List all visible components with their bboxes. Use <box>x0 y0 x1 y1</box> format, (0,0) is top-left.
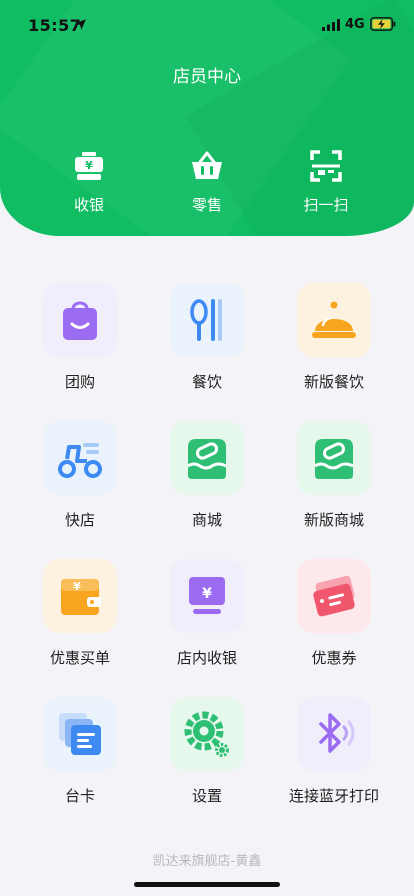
grid-item-label: 新版商城 <box>303 511 364 529</box>
quick-action-cashier[interactable]: ¥ 收银 <box>44 148 134 215</box>
scooter-icon <box>58 443 102 478</box>
network-type: 4G <box>345 17 365 32</box>
location-arrow-icon <box>75 19 86 30</box>
grid-item-label: 设置 <box>191 787 222 805</box>
battery-charging-icon <box>370 17 396 31</box>
grid-item-table-card[interactable]: 台卡 <box>25 697 135 806</box>
grid-item-bluetooth-print[interactable]: 连接蓝牙打印 <box>279 697 389 806</box>
cash-register-icon: ¥ <box>75 152 103 180</box>
scan-icon <box>310 150 342 182</box>
cloche-icon <box>312 301 356 338</box>
pos-terminal-icon: ¥ <box>189 577 225 614</box>
grid-item-coupon[interactable]: 优惠券 <box>279 559 389 668</box>
cards-icon <box>59 713 101 755</box>
grid-item-label: 团购 <box>64 373 95 391</box>
icon-tile <box>170 283 244 357</box>
grid-item-discount-pay[interactable]: ¥ 优惠买单 <box>25 559 135 668</box>
gear-icon <box>184 711 229 757</box>
grid-item-settings[interactable]: 设置 <box>152 697 262 806</box>
svg-text:¥: ¥ <box>85 159 93 172</box>
svg-text:¥: ¥ <box>73 580 81 593</box>
icon-tile: ¥ <box>170 559 244 633</box>
icon-tile <box>297 283 371 357</box>
status-bar: 15:57 4G <box>0 0 414 48</box>
spoon-fork-icon <box>190 299 222 341</box>
store-icon <box>187 439 227 479</box>
grid-item-mall[interactable]: 商城 <box>152 421 262 530</box>
grid-item-catering[interactable]: 餐饮 <box>152 283 262 392</box>
icon-tile <box>297 559 371 633</box>
store-icon <box>314 439 354 479</box>
grid-item-label: 餐饮 <box>191 373 222 391</box>
home-indicator[interactable] <box>134 882 280 887</box>
shopping-bag-icon <box>63 301 97 340</box>
basket-icon <box>192 151 222 179</box>
grid-item-group-buy[interactable]: 团购 <box>25 283 135 392</box>
quick-action-label: 收银 <box>73 196 104 214</box>
icon-tile <box>297 421 371 495</box>
signal-icon <box>322 19 340 31</box>
grid-item-label: 连接蓝牙打印 <box>288 787 379 805</box>
ticket-icon <box>313 575 355 617</box>
icon-tile <box>170 697 244 771</box>
quick-action-label: 扫一扫 <box>303 196 349 214</box>
grid-item-new-mall[interactable]: 新版商城 <box>279 421 389 530</box>
store-name-footer: 凯达来旗舰店-黄鑫 <box>152 854 262 869</box>
quick-action-retail[interactable]: 零售 <box>162 148 252 215</box>
grid-item-label: 台卡 <box>64 787 95 805</box>
bluetooth-icon <box>319 713 355 753</box>
grid-item-new-catering[interactable]: 新版餐饮 <box>279 283 389 392</box>
icon-tile <box>43 421 117 495</box>
grid-item-label: 新版餐饮 <box>303 373 364 391</box>
icon-tile <box>170 421 244 495</box>
quick-action-scan[interactable]: 扫一扫 <box>281 148 371 215</box>
icon-tile: ¥ <box>43 559 117 633</box>
wallet-icon: ¥ <box>61 579 101 615</box>
grid-item-label: 店内收银 <box>176 649 237 667</box>
icon-tile <box>43 697 117 771</box>
grid-item-label: 快店 <box>64 511 95 529</box>
quick-action-label: 零售 <box>191 196 222 214</box>
svg-text:¥: ¥ <box>202 586 212 602</box>
grid-item-label: 商城 <box>191 511 222 529</box>
icon-tile <box>43 283 117 357</box>
grid-item-label: 优惠券 <box>311 649 357 667</box>
grid-item-quick-shop[interactable]: 快店 <box>25 421 135 530</box>
icon-tile <box>297 697 371 771</box>
grid-item-in-store-cashier[interactable]: ¥ 店内收银 <box>152 559 262 668</box>
grid-item-label: 优惠买单 <box>49 649 110 667</box>
page-title: 店员中心 <box>173 67 241 87</box>
